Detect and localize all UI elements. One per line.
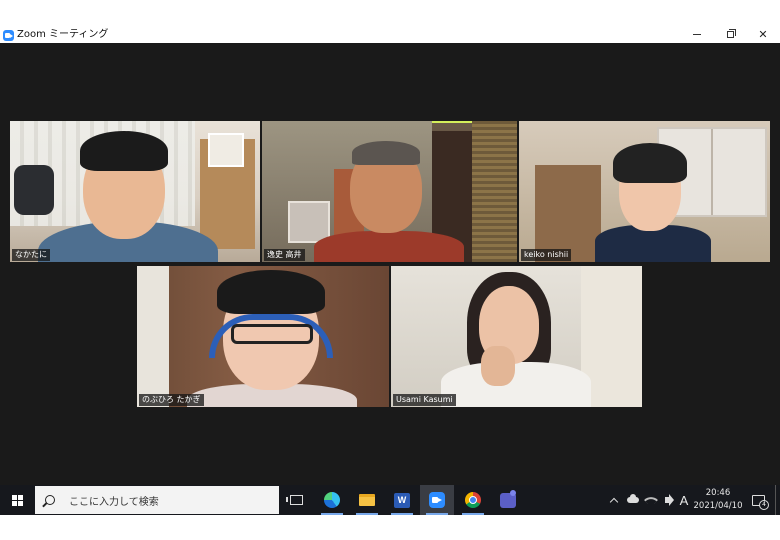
show-desktop-button[interactable] [775,485,776,515]
teams-icon [500,489,516,508]
taskbar-app-chrome[interactable] [456,485,490,515]
wifi-icon [643,492,659,508]
participant-name-label: なかたに [12,249,50,261]
volume-tray[interactable] [659,485,675,515]
video-tile-participant-5[interactable]: Usami Kasumi [391,266,642,407]
taskbar-app-teams[interactable] [491,485,525,515]
taskbar-app-file-explorer[interactable] [350,485,384,515]
video-tile-participant-3[interactable]: keiko nishii [519,121,770,262]
network-tray[interactable] [643,485,659,515]
taskbar-app-edge[interactable] [315,485,349,515]
ime-indicator[interactable]: A [676,485,692,515]
search-icon [45,495,55,505]
cloud-icon [627,494,639,503]
taskbar-clock[interactable]: 20:46 2021/04/10 [693,485,743,515]
gallery-view: なかたに 逸史 高井 keiko nishii のぶひろ たかぎ Usami K… [0,43,780,485]
chrome-icon [465,492,481,508]
word-icon: W [394,492,410,508]
participant-name-label: Usami Kasumi [393,394,456,406]
taskbar-app-zoom[interactable] [420,485,454,515]
restore-icon [726,29,736,38]
participant-name-label: 逸史 高井 [264,249,305,261]
notification-count-badge: 4 [759,500,769,510]
maximize-button[interactable] [713,26,747,43]
clock-time: 20:46 [705,488,731,498]
minimize-icon [693,34,701,35]
start-button[interactable] [0,485,34,515]
speaker-icon [664,497,670,503]
edge-icon [324,492,340,508]
window-title: Zoom ミーティング [17,29,109,40]
close-button[interactable]: ✕ [746,26,780,43]
taskbar-search-box[interactable]: ここに入力して検索 [35,486,279,514]
video-tile-participant-4[interactable]: のぶひろ たかぎ [137,266,389,407]
close-icon: ✕ [758,28,768,41]
participant-name-label: のぶひろ たかぎ [139,394,204,406]
windows-taskbar: ここに入力して検索 W A 20:46 2021/04/10 4 [0,485,780,515]
search-placeholder: ここに入力して検索 [69,496,159,508]
zoom-icon [429,492,445,508]
chevron-up-icon [609,497,619,507]
taskbar-app-word[interactable]: W [385,485,419,515]
file-explorer-icon [359,494,375,506]
action-center-button[interactable]: 4 [747,485,769,515]
windows-logo-icon [11,494,23,506]
task-view-button[interactable] [279,485,313,515]
task-view-icon [285,495,303,505]
title-bar: Zoom ミーティング ✕ [0,26,780,43]
video-tile-participant-1[interactable]: なかたに [10,121,260,262]
video-tile-active-speaker[interactable]: 逸史 高井 [262,121,517,262]
show-hidden-icons-button[interactable] [606,485,622,515]
participant-name-label: keiko nishii [521,249,572,261]
clock-date: 2021/04/10 [693,501,743,511]
onedrive-tray[interactable] [624,485,642,515]
minimize-button[interactable] [680,26,714,43]
zoom-app-icon [3,30,14,41]
